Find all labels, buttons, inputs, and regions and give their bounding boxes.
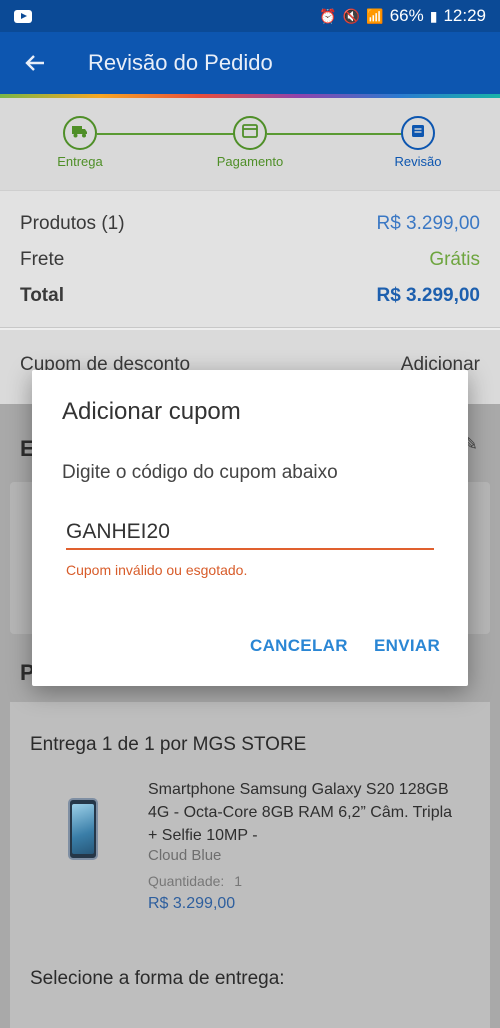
products-row: Produtos (1) R$ 3.299,00: [20, 213, 480, 235]
shipping-label: Frete: [20, 249, 65, 270]
submit-button[interactable]: ENVIAR: [374, 636, 440, 656]
wifi-icon: 📶: [366, 7, 384, 24]
truck-icon: [72, 124, 88, 143]
alarm-icon: ⏰: [319, 7, 337, 24]
checkout-stepper: Entrega Pagamento Revisão: [0, 98, 500, 190]
step-label-revisao: Revisão: [394, 154, 442, 169]
arrow-left-icon[interactable]: [0, 32, 70, 94]
total-value: R$ 3.299,00: [376, 285, 480, 306]
product-image: [68, 798, 98, 860]
quantity-label: Quantidade:: [148, 873, 225, 889]
battery-icon: ▮: [429, 7, 438, 24]
youtube-notification-icon: [14, 9, 32, 23]
cancel-button[interactable]: CANCELAR: [250, 636, 348, 656]
document-icon: [411, 124, 425, 143]
shipping-row: Frete Grátis: [20, 249, 480, 271]
total-row: Total R$ 3.299,00: [20, 285, 480, 307]
product-name: Smartphone Samsung Galaxy S20 128GB 4G -…: [148, 781, 453, 844]
clock: 12:29: [443, 6, 486, 25]
total-label: Total: [20, 285, 64, 306]
delivery-card: Entrega 1 de 1 por MGS STORE Smartphone …: [10, 702, 490, 1028]
step-label-entrega: Entrega: [57, 154, 103, 169]
quantity-value: 1: [234, 873, 242, 889]
step-connector: [267, 133, 403, 135]
coupon-code-input[interactable]: [66, 516, 434, 550]
products-value: R$ 3.299,00: [376, 213, 480, 234]
step-connector: [97, 133, 235, 135]
product-price: R$ 3.299,00: [148, 895, 236, 912]
step-entrega: [63, 116, 97, 150]
order-summary: Produtos (1) R$ 3.299,00 Frete Grátis To…: [0, 190, 500, 328]
dialog-title: Adicionar cupom: [62, 398, 241, 425]
mute-icon: 🔇: [342, 7, 361, 24]
products-label: Produtos (1): [20, 213, 125, 234]
battery-level: 66%: [389, 6, 424, 25]
card-icon: [242, 123, 258, 143]
coupon-error-message: Cupom inválido ou esgotado.: [66, 562, 248, 578]
dialog-message: Digite o código do cupom abaixo: [62, 462, 338, 483]
product-quantity: Quantidade: 1: [148, 873, 242, 889]
page-title: Revisão do Pedido: [88, 50, 273, 75]
app-bar: Revisão do Pedido: [0, 32, 500, 94]
status-bar: ⏰ 🔇 📶 66% ▮ 12:29: [0, 0, 500, 32]
product-color: Cloud Blue: [148, 847, 222, 864]
delivery-title: Entrega 1 de 1 por MGS STORE: [30, 734, 307, 755]
shipping-value: Grátis: [429, 249, 480, 270]
add-coupon-dialog: Adicionar cupom Digite o código do cupom…: [32, 370, 468, 686]
step-pagamento: [233, 116, 267, 150]
step-revisao: [401, 116, 435, 150]
shipping-method-title: Selecione a forma de entrega:: [30, 968, 285, 989]
step-label-pagamento: Pagamento: [216, 154, 284, 169]
